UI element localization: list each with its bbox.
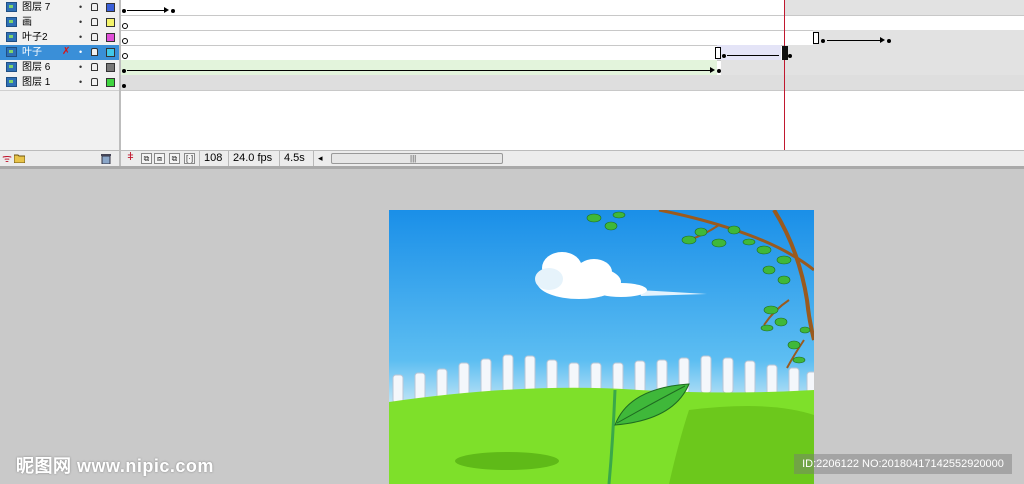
layer-list: 图层 7 • 画 • 叶子2 • 叶子 ✗ • 图层 6 • 图层 1 • <box>0 0 119 150</box>
layer-row-7[interactable]: 图层 7 • <box>0 0 119 16</box>
tween-arrow <box>727 55 779 56</box>
tween-arrow-head <box>710 67 715 73</box>
keyframe[interactable] <box>122 84 126 88</box>
keyframe[interactable] <box>722 54 726 58</box>
image-id-watermark: ID:2206122 NO:20180417142552920000 <box>794 454 1012 474</box>
lock-icon[interactable] <box>91 33 98 41</box>
layer-color-swatch[interactable] <box>106 63 115 72</box>
frame-span <box>721 60 1024 75</box>
layer-color-swatch[interactable] <box>106 48 115 57</box>
lock-icon[interactable] <box>91 63 98 71</box>
tween-span <box>717 45 781 60</box>
site-watermark: 昵图网 www.nipic.com <box>16 456 214 476</box>
frame-row[interactable] <box>121 60 1024 76</box>
keyframe[interactable] <box>717 69 721 73</box>
empty-keyframe[interactable] <box>122 53 128 59</box>
scene-illustration <box>389 210 814 484</box>
visibility-dot-icon[interactable]: • <box>79 47 82 57</box>
layer-name: 图层 6 <box>22 62 51 73</box>
frame-row[interactable] <box>121 15 1024 31</box>
empty-keyframe[interactable] <box>122 23 128 29</box>
visibility-dot-icon[interactable]: • <box>79 62 82 72</box>
frame-row[interactable] <box>121 75 1024 91</box>
layer-row-1[interactable]: 图层 1 • <box>0 75 119 91</box>
stage-canvas[interactable] <box>389 210 814 484</box>
scroll-left-icon[interactable]: ◂ <box>313 151 327 166</box>
layer-type-icon <box>6 2 17 12</box>
frame-span <box>813 30 1024 45</box>
empty-frames <box>785 0 1024 15</box>
horizontal-scrollbar[interactable]: ||| <box>331 153 503 164</box>
layer-type-icon <box>6 77 17 87</box>
delete-layer-icon[interactable] <box>101 153 111 167</box>
modify-onion-markers-icon[interactable]: [·] <box>184 153 195 164</box>
frame-row[interactable] <box>121 30 1024 46</box>
frame-grid[interactable] <box>121 0 1024 150</box>
playhead[interactable] <box>784 0 785 150</box>
onion-skin-icon[interactable]: ⧉ <box>141 153 152 164</box>
keyframe[interactable] <box>122 9 126 13</box>
layer-row-yezi[interactable]: 叶子 ✗ • <box>0 45 119 61</box>
tween-arrow <box>127 10 167 11</box>
lock-icon[interactable] <box>91 78 98 86</box>
layer-color-swatch[interactable] <box>106 78 115 87</box>
grass-shadow <box>455 452 559 470</box>
add-motion-guide-icon[interactable]: ᯤ <box>2 153 12 165</box>
add-folder-icon[interactable] <box>13 153 26 166</box>
layer-row-yezi2[interactable]: 叶子2 • <box>0 30 119 46</box>
lock-icon[interactable] <box>91 18 98 26</box>
keyframe[interactable] <box>887 39 891 43</box>
layer-name: 画 <box>22 17 32 28</box>
pencil-crossed-icon[interactable]: ✗ <box>62 46 70 57</box>
onion-skin-outlines-icon[interactable]: ⧈ <box>154 153 165 164</box>
edit-multiple-frames-icon[interactable]: ⧉ <box>169 153 180 164</box>
layer-type-icon <box>6 17 17 27</box>
elapsed-time-field: 4.5s <box>279 151 309 166</box>
tween-arrow-head <box>880 37 885 43</box>
center-frame-icon[interactable]: ǂ <box>125 152 136 164</box>
frame-end-marker <box>715 47 721 59</box>
layer-color-swatch[interactable] <box>106 3 115 12</box>
panel-separator <box>0 166 1024 169</box>
empty-keyframe[interactable] <box>122 38 128 44</box>
frame-end-marker <box>813 32 819 44</box>
visibility-dot-icon[interactable]: • <box>79 77 82 87</box>
tween-arrow <box>127 70 713 71</box>
frame-rate-field[interactable]: 24.0 fps <box>228 151 276 166</box>
layer-toolbar: ᯤ <box>0 150 119 167</box>
grass-shade <box>669 406 814 484</box>
keyframe[interactable] <box>171 9 175 13</box>
playhead-marker[interactable] <box>782 46 788 60</box>
layer-name: 图层 7 <box>22 2 51 13</box>
layer-name: 叶子2 <box>22 32 48 43</box>
lock-icon[interactable] <box>91 48 98 56</box>
layer-type-icon <box>6 62 17 72</box>
tween-arrow <box>827 40 883 41</box>
frame-span <box>785 45 1024 60</box>
layer-type-icon <box>6 47 17 57</box>
scroll-grip-icon[interactable]: ||| <box>410 154 416 163</box>
tween-span <box>121 60 717 75</box>
current-frame-field: 108 <box>199 151 226 166</box>
keyframe[interactable] <box>821 39 825 43</box>
timeline-status-bar: ǂ ⧉ ⧈ ⧉ [·] 108 24.0 fps 4.5s ◂ ||| <box>121 150 1024 167</box>
timeline-panel: 图层 7 • 画 • 叶子2 • 叶子 ✗ • 图层 6 • 图层 1 • ᯤ … <box>0 0 1024 167</box>
keyframe[interactable] <box>122 69 126 73</box>
frame-row-selected[interactable] <box>121 45 1024 61</box>
layer-color-swatch[interactable] <box>106 18 115 27</box>
layer-type-icon <box>6 32 17 42</box>
keyframe[interactable] <box>788 54 792 58</box>
layer-color-swatch[interactable] <box>106 33 115 42</box>
tween-arrow-head <box>164 7 169 13</box>
layer-name: 叶子 <box>22 47 42 58</box>
frame-row[interactable] <box>121 0 1024 16</box>
visibility-dot-icon[interactable]: • <box>79 2 82 12</box>
layer-row-hua[interactable]: 画 • <box>0 15 119 31</box>
lock-icon[interactable] <box>91 3 98 11</box>
visibility-dot-icon[interactable]: • <box>79 17 82 27</box>
visibility-dot-icon[interactable]: • <box>79 32 82 42</box>
layer-name: 图层 1 <box>22 77 51 88</box>
layer-row-6[interactable]: 图层 6 • <box>0 60 119 76</box>
